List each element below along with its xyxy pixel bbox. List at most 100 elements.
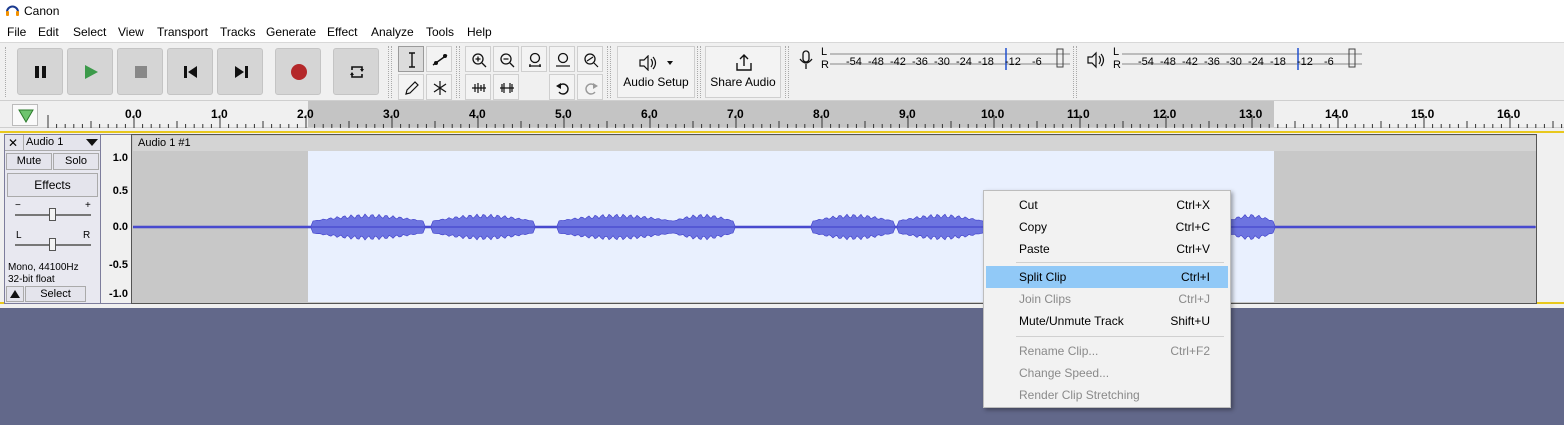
menu-select[interactable]: Select xyxy=(73,25,106,39)
context-paste[interactable]: Paste Ctrl+V xyxy=(986,238,1228,260)
amplitude-label: 1.0 xyxy=(112,152,128,164)
i-beam-icon xyxy=(409,52,415,68)
context-item-label: Rename Clip... xyxy=(1019,344,1099,358)
track-control-panel: ✕ Audio 1 Mute Solo Effects − + L R Mono… xyxy=(4,134,101,304)
gain-slider-thumb[interactable] xyxy=(49,208,56,221)
context-render-clip-stretching: Render Clip Stretching xyxy=(986,384,1228,406)
playback-meter-tick: -6 xyxy=(1324,56,1334,68)
context-item-shortcut: Ctrl+C xyxy=(1175,220,1210,234)
pause-icon xyxy=(35,66,46,78)
zoom-toggle-button[interactable] xyxy=(577,46,603,72)
context-item-label: Copy xyxy=(1019,220,1048,234)
playback-meter-channel-left: L xyxy=(1113,46,1120,58)
toolbar-separator xyxy=(607,46,611,98)
pan-slider-thumb[interactable] xyxy=(49,238,56,251)
mute-button[interactable]: Mute xyxy=(6,153,52,170)
playback-meter[interactable]: -54 -48 -42 -36 -30 -24 -18 -12 -6 xyxy=(1122,48,1362,70)
silence-audio-button[interactable] xyxy=(493,74,519,100)
playback-meter-tick: -48 xyxy=(1160,56,1176,68)
menu-tracks[interactable]: Tracks xyxy=(220,25,256,39)
envelope-tool-button[interactable] xyxy=(426,46,452,72)
menu-tools[interactable]: Tools xyxy=(426,25,454,39)
record-meter-tick: -24 xyxy=(956,56,972,68)
selection-tool-button[interactable] xyxy=(398,46,424,72)
audacity-logo-icon xyxy=(5,3,20,21)
menu-file[interactable]: File xyxy=(7,25,26,39)
menu-analyze[interactable]: Analyze xyxy=(371,25,414,39)
track-name[interactable]: Audio 1 xyxy=(26,136,63,148)
record-meter[interactable]: -54 -48 -42 -36 -30 -24 -18 -12 -6 xyxy=(830,48,1070,70)
record-button[interactable] xyxy=(275,48,321,95)
multi-tool-button[interactable] xyxy=(426,74,452,100)
toolbar-separator xyxy=(697,46,701,98)
ruler-label: 1.0 xyxy=(211,107,228,121)
redo-button[interactable] xyxy=(577,74,603,100)
record-icon xyxy=(291,64,307,80)
pause-button[interactable] xyxy=(17,48,63,95)
fit-project-button[interactable] xyxy=(549,46,575,72)
menu-generate[interactable]: Generate xyxy=(266,25,316,39)
playback-meter-tick: -54 xyxy=(1138,56,1154,68)
amplitude-label: 0.5 xyxy=(112,185,128,197)
silence-icon xyxy=(500,83,514,93)
context-item-shortcut: Ctrl+I xyxy=(1180,270,1210,284)
menu-edit[interactable]: Edit xyxy=(38,25,59,39)
timeline-ruler[interactable]: 0.0 1.0 2.0 3.0 4.0 5.0 6.0 7.0 8.0 9.0 … xyxy=(0,100,1564,128)
context-separator xyxy=(1016,262,1224,263)
toolbar-grip[interactable] xyxy=(5,47,9,97)
skip-to-end-icon xyxy=(235,66,248,78)
asterisk-icon xyxy=(433,81,447,95)
envelope-icon xyxy=(432,54,448,66)
context-item-label: Mute/Unmute Track xyxy=(1019,314,1124,328)
vertical-amplitude-ruler[interactable]: 1.0 0.5 0.0 -0.5 -1.0 xyxy=(101,134,131,304)
record-meter-channel-right: R xyxy=(821,59,829,71)
context-copy[interactable]: Copy Ctrl+C xyxy=(986,216,1228,238)
share-audio-label: Share Audio xyxy=(710,75,776,89)
speaker-icon[interactable] xyxy=(1086,50,1106,73)
zoom-fit-icon xyxy=(556,52,570,67)
clip-header[interactable]: Audio 1 #1 xyxy=(133,136,1536,151)
share-audio-button[interactable]: Share Audio xyxy=(705,46,781,98)
ruler-label: 13.0 xyxy=(1239,107,1263,121)
context-cut[interactable]: Cut Ctrl+X xyxy=(986,194,1228,216)
context-mute-unmute-track[interactable]: Mute/Unmute Track Shift+U xyxy=(986,310,1228,332)
loop-button[interactable] xyxy=(333,48,379,95)
amplitude-label: -1.0 xyxy=(109,288,128,300)
play-button[interactable] xyxy=(67,48,113,95)
stop-button[interactable] xyxy=(117,48,163,95)
context-item-shortcut: Ctrl+J xyxy=(1178,292,1210,306)
share-icon xyxy=(736,54,752,71)
clip-name: Audio 1 #1 xyxy=(138,137,191,149)
timeline-options-button[interactable] xyxy=(12,104,38,126)
track-menu-dropdown-icon[interactable] xyxy=(86,139,98,147)
playback-meter-tick: -24 xyxy=(1248,56,1264,68)
track-bitdepth-info: 32-bit float xyxy=(8,274,55,285)
zoom-out-button[interactable] xyxy=(493,46,519,72)
solo-button[interactable]: Solo xyxy=(53,153,99,170)
trim-audio-button[interactable] xyxy=(465,74,491,100)
microphone-icon[interactable] xyxy=(798,50,814,73)
draw-tool-button[interactable] xyxy=(398,74,424,100)
close-track-icon[interactable]: ✕ xyxy=(8,136,18,150)
zoom-in-button[interactable] xyxy=(465,46,491,72)
playback-meter-tick: -12 xyxy=(1297,56,1313,68)
collapse-track-button[interactable] xyxy=(6,286,24,302)
ruler-label: 4.0 xyxy=(469,107,486,121)
undo-button[interactable] xyxy=(549,74,575,100)
menu-transport[interactable]: Transport xyxy=(157,25,208,39)
audio-setup-button[interactable]: Audio Setup xyxy=(617,46,695,98)
context-split-clip[interactable]: Split Clip Ctrl+I xyxy=(986,266,1228,288)
menu-help[interactable]: Help xyxy=(467,25,492,39)
context-item-shortcut: Ctrl+V xyxy=(1176,242,1210,256)
toolbar: Audio Setup Share Audio L R -54 -48 -42 … xyxy=(0,42,1564,100)
skip-to-end-button[interactable] xyxy=(217,48,263,95)
menu-view[interactable]: View xyxy=(118,25,144,39)
select-track-button[interactable]: Select xyxy=(25,286,86,302)
fit-selection-button[interactable] xyxy=(521,46,547,72)
context-change-speed: Change Speed... xyxy=(986,362,1228,384)
menu-effect[interactable]: Effect xyxy=(327,25,357,39)
undo-icon xyxy=(556,83,569,95)
effects-button[interactable]: Effects xyxy=(7,173,98,197)
record-meter-tick: -42 xyxy=(890,56,906,68)
skip-to-start-button[interactable] xyxy=(167,48,213,95)
